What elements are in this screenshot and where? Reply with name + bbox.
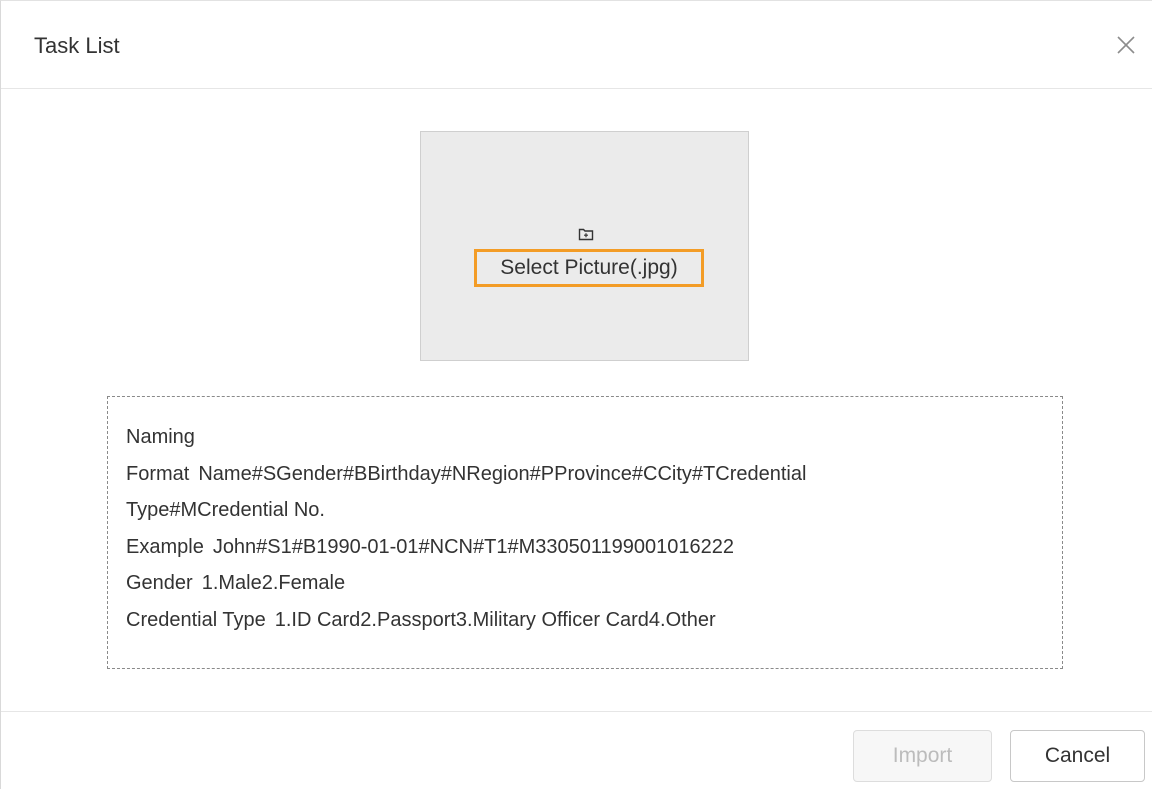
example-label: Example	[126, 535, 204, 558]
cancel-button[interactable]: Cancel	[1010, 730, 1145, 782]
credential-type-value: 1.ID Card2.Passport3.Military Officer Ca…	[274, 608, 716, 631]
naming-format-continuation: Type#MCredential No.	[126, 499, 325, 521]
naming-rules-box: Naming Format Name#SGender#BBirthday#NReg…	[107, 396, 1063, 669]
gender-label: Gender	[126, 572, 193, 594]
format-label: Format	[126, 462, 190, 485]
close-icon	[1117, 36, 1135, 54]
naming-example-line: Example John#S1#B1990-01-01#NCN#T1#M33050…	[126, 529, 1044, 566]
example-value: John#S1#B1990-01-01#NCN#T1#M330501199001…	[212, 535, 734, 558]
gender-value: 1.Male2.Female	[201, 572, 346, 594]
naming-gender-line: Gender 1.Male2.Female	[126, 565, 1044, 602]
select-picture-area[interactable]: Select Picture(.jpg)	[420, 131, 749, 361]
naming-heading: Naming	[126, 426, 195, 448]
dialog-title: Task List	[34, 33, 120, 58]
credential-type-label: Credential Type	[126, 608, 266, 631]
format-value: Name#SGender#BBirthday#NRegion#PProvince…	[198, 462, 807, 485]
task-list-dialog: Task List Select Picture(.jpg) Naming Fo…	[0, 0, 1152, 789]
naming-credential-line: Credential Type 1.ID Card2.Passport3.Mili…	[126, 602, 1044, 639]
dialog-header: Task List	[1, 1, 1152, 89]
naming-format-line: Format Name#SGender#BBirthday#NRegion#PPr…	[126, 456, 1044, 493]
folder-icon	[578, 228, 594, 241]
dialog-footer: Import Cancel	[1, 711, 1152, 789]
select-picture-label[interactable]: Select Picture(.jpg)	[474, 249, 704, 287]
import-button[interactable]: Import	[853, 730, 992, 782]
close-button[interactable]	[1112, 31, 1140, 59]
